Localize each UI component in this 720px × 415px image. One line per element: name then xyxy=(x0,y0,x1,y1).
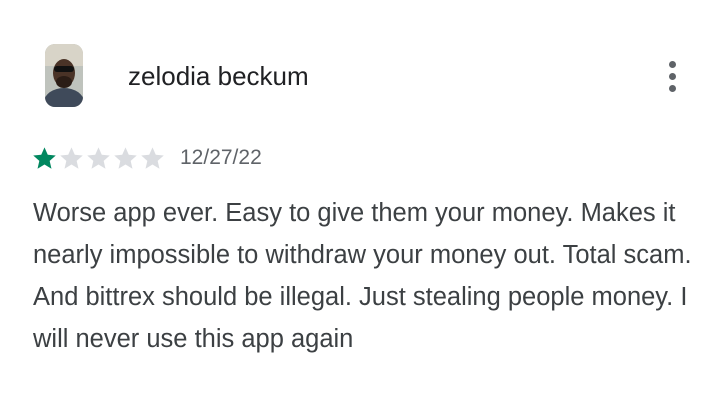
more-vert-icon xyxy=(668,60,676,68)
review-date: 12/27/22 xyxy=(180,146,262,169)
more-vert-icon-dot xyxy=(668,84,676,92)
star-empty-icon xyxy=(58,145,85,171)
user-avatar xyxy=(45,44,83,107)
star-empty-icon xyxy=(112,145,139,171)
avatar-photo xyxy=(45,44,83,107)
star-filled-icon xyxy=(31,145,58,171)
star-rating xyxy=(31,145,166,171)
star-empty-icon xyxy=(139,145,166,171)
author-name: zelodia beckum xyxy=(128,61,309,91)
review-text: Worse app ever. Easy to give them your m… xyxy=(33,199,692,353)
rating-row: 12/27/22 xyxy=(31,143,262,173)
more-options-button[interactable] xyxy=(652,52,692,100)
star-empty-icon xyxy=(85,145,112,171)
more-vert-icon-dot xyxy=(668,72,676,80)
review-card: zelodia beckum 12/27/22 Worse app ever. … xyxy=(0,0,720,415)
